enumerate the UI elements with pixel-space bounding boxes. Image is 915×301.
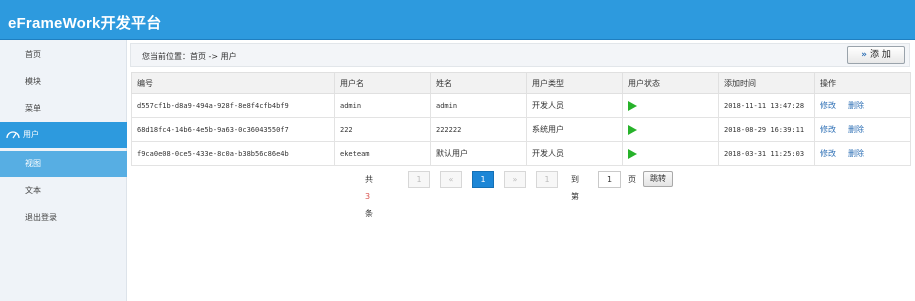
breadcrumb-bar: 您当前位置：首页 -> 用户 » 添 加 bbox=[130, 43, 910, 67]
delete-link[interactable]: 删除 bbox=[848, 125, 864, 134]
cell-username: 222 bbox=[334, 117, 431, 142]
add-button[interactable]: » 添 加 bbox=[847, 46, 905, 64]
cell-actions: 修改 删除 bbox=[814, 141, 911, 166]
app-header: eFrameWork开发平台 bbox=[0, 0, 915, 40]
app-title: eFrameWork开发平台 bbox=[8, 15, 162, 32]
cell-actions: 修改 删除 bbox=[814, 93, 911, 118]
breadcrumb: 您当前位置：首页 -> 用户 bbox=[142, 52, 237, 61]
play-icon[interactable] bbox=[628, 100, 637, 111]
sidebar-item-text[interactable]: 文本 bbox=[0, 178, 127, 204]
next-page-button[interactable]: » bbox=[504, 171, 526, 188]
table-header-row: 编号 用户名 姓名 用户类型 用户状态 添加时间 操作 bbox=[131, 72, 911, 94]
pager-total-count: 3 bbox=[365, 192, 371, 201]
cell-status bbox=[622, 117, 719, 142]
sidebar-item-menu[interactable]: 菜单 bbox=[0, 96, 127, 122]
sidebar-item-label: 退出登录 bbox=[25, 213, 57, 222]
table-row: d557cf1b-d8a9-494a-928f-8e8f4cfb4bf9 adm… bbox=[131, 93, 911, 118]
edit-link[interactable]: 修改 bbox=[820, 125, 836, 134]
cell-name: 默认用户 bbox=[430, 141, 527, 166]
cell-id: d557cf1b-d8a9-494a-928f-8e8f4cfb4bf9 bbox=[131, 93, 335, 118]
sidebar-item-modules[interactable]: 模块 bbox=[0, 69, 127, 95]
cell-type: 开发人员 bbox=[526, 93, 623, 118]
play-icon[interactable] bbox=[628, 124, 637, 135]
last-page-button[interactable]: 1 bbox=[536, 171, 558, 188]
col-header-status[interactable]: 用户状态 bbox=[622, 72, 719, 94]
prev-page-button[interactable]: « bbox=[440, 171, 462, 188]
cell-id: f9ca0e08-0ce5-433e-8c0a-b38b56c86e4b bbox=[131, 141, 335, 166]
double-chevron-right-icon: » bbox=[861, 50, 867, 60]
goto-label: 到第 bbox=[571, 175, 579, 201]
col-header-username[interactable]: 用户名 bbox=[334, 72, 431, 94]
cell-status bbox=[622, 93, 719, 118]
sidebar-item-home[interactable]: 首页 bbox=[0, 42, 127, 68]
cell-id: 68d18fc4-14b6-4e5b-9a63-0c36043550f7 bbox=[131, 117, 335, 142]
pager-total-suffix: 条 bbox=[365, 209, 373, 218]
col-header-actions: 操作 bbox=[814, 72, 911, 94]
page-label: 页 bbox=[628, 175, 636, 184]
first-page-button[interactable]: 1 bbox=[408, 171, 430, 188]
sidebar-item-label: 模块 bbox=[25, 77, 41, 86]
current-page-button[interactable]: 1 bbox=[472, 171, 494, 188]
col-header-name[interactable]: 姓名 bbox=[430, 72, 527, 94]
play-icon[interactable] bbox=[628, 148, 637, 159]
main-content: 您当前位置：首页 -> 用户 » 添 加 编号 用户名 姓名 用户类型 用户状态 … bbox=[127, 40, 915, 301]
sidebar-item-label: 文本 bbox=[25, 186, 41, 195]
cell-time: 2018-03-31 11:25:03 bbox=[718, 141, 815, 166]
cell-type: 系统用户 bbox=[526, 117, 623, 142]
delete-link[interactable]: 删除 bbox=[848, 149, 864, 158]
cell-username: admin bbox=[334, 93, 431, 118]
users-table: 编号 用户名 姓名 用户类型 用户状态 添加时间 操作 d557cf1b-d8a… bbox=[131, 72, 911, 166]
cell-name: admin bbox=[430, 93, 527, 118]
cell-actions: 修改 删除 bbox=[814, 117, 911, 142]
cell-status bbox=[622, 141, 719, 166]
cell-time: 2018-08-29 16:39:11 bbox=[718, 117, 815, 142]
sidebar-item-label: 首页 bbox=[25, 50, 41, 59]
cell-name: 222222 bbox=[430, 117, 527, 142]
col-header-id[interactable]: 编号 bbox=[131, 72, 335, 94]
table-row: f9ca0e08-0ce5-433e-8c0a-b38b56c86e4b eke… bbox=[131, 141, 911, 166]
page-number-input[interactable]: 1 bbox=[598, 171, 621, 188]
sidebar-item-label: 菜单 bbox=[25, 104, 41, 113]
add-button-label: 添 加 bbox=[869, 50, 891, 60]
cell-time: 2018-11-11 13:47:28 bbox=[718, 93, 815, 118]
table-row: 68d18fc4-14b6-4e5b-9a63-0c36043550f7 222… bbox=[131, 117, 911, 142]
sidebar-item-logout[interactable]: 退出登录 bbox=[0, 205, 127, 231]
sidebar: 首页 模块 菜单 用户 视图 文本 退出登录 bbox=[0, 40, 127, 301]
col-header-time[interactable]: 添加时间 bbox=[718, 72, 815, 94]
sidebar-item-view[interactable]: 视图 bbox=[0, 151, 127, 177]
cell-username: eketeam bbox=[334, 141, 431, 166]
edit-link[interactable]: 修改 bbox=[820, 149, 836, 158]
pager-total: 共 3 条 bbox=[365, 171, 373, 222]
edit-link[interactable]: 修改 bbox=[820, 101, 836, 110]
cell-type: 开发人员 bbox=[526, 141, 623, 166]
pager-total-prefix: 共 bbox=[365, 175, 373, 184]
jump-button[interactable]: 跳转 bbox=[643, 171, 673, 187]
delete-link[interactable]: 删除 bbox=[848, 101, 864, 110]
sidebar-item-users[interactable]: 用户 bbox=[0, 122, 127, 148]
sidebar-item-label: 用户 bbox=[23, 130, 39, 139]
sidebar-item-label: 视图 bbox=[25, 159, 41, 168]
dashboard-icon bbox=[6, 130, 20, 138]
col-header-type[interactable]: 用户类型 bbox=[526, 72, 623, 94]
